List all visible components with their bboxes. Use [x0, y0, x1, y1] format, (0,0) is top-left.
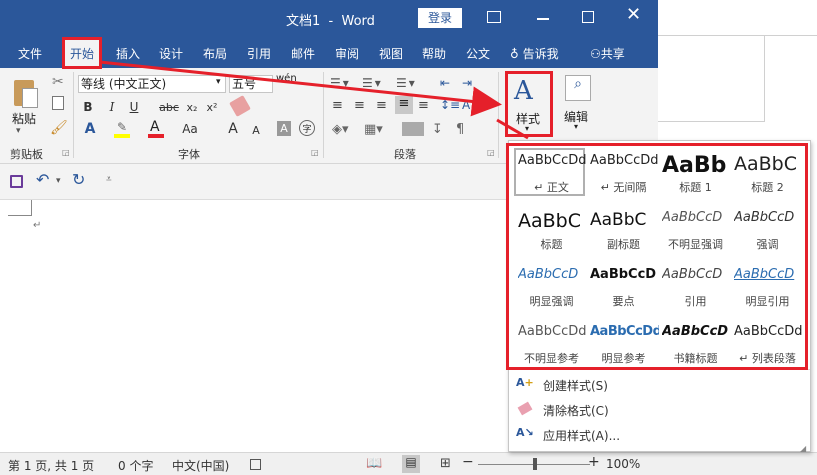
arrow-to-styles [99, 60, 502, 117]
annotation-arrows [99, 60, 529, 140]
arrow-link [496, 118, 529, 140]
